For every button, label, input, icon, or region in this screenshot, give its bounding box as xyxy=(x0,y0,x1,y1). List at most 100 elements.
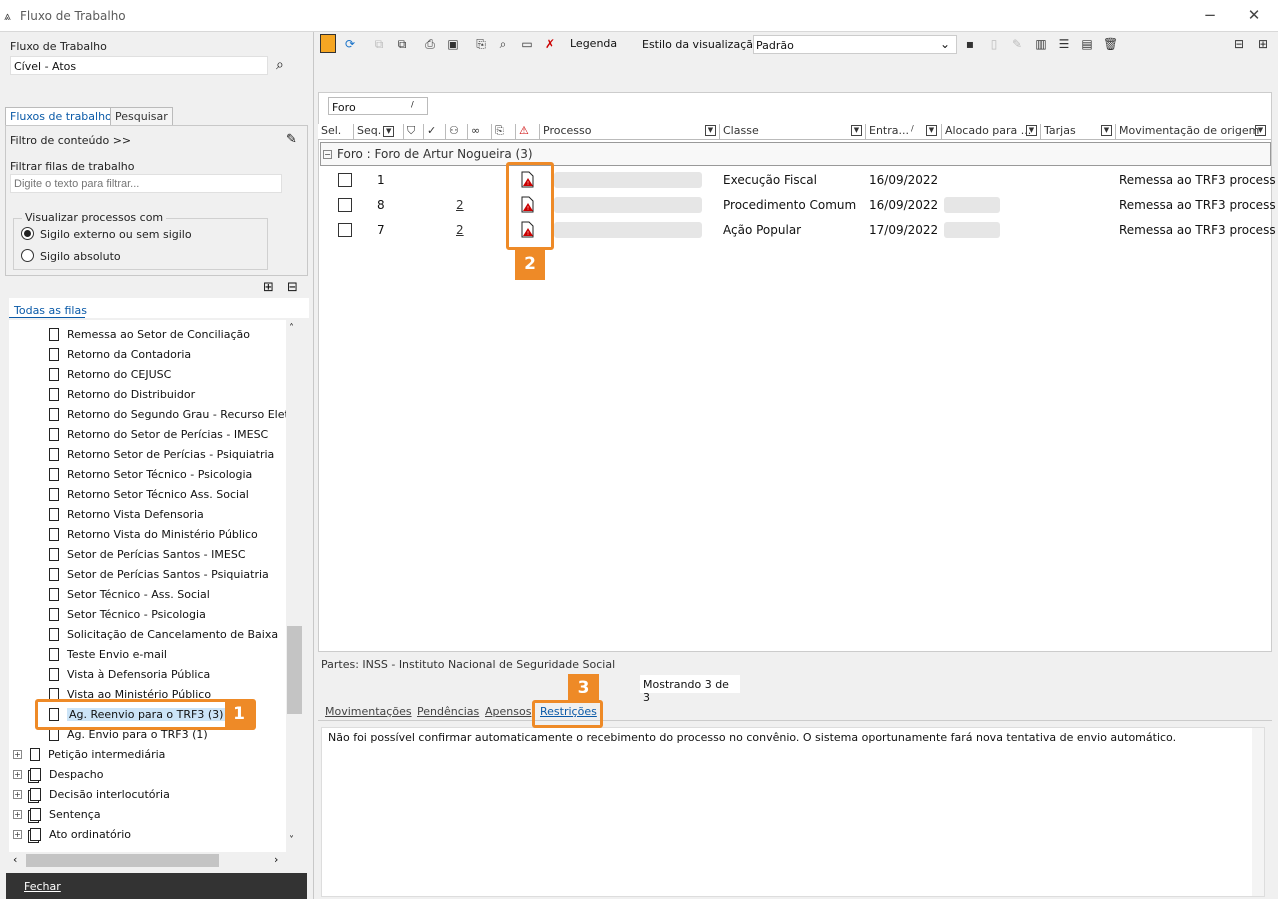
tab-pendencias[interactable]: Pendências xyxy=(417,705,479,718)
scroll-thumb[interactable] xyxy=(26,854,219,867)
filter-input[interactable] xyxy=(10,174,282,193)
search-document-icon[interactable]: ⌕ xyxy=(496,37,510,52)
tree-item[interactable]: Retorno Setor de Perícias - Psiquiatria xyxy=(49,444,274,464)
tree-item[interactable]: Setor Técnico - Psicologia xyxy=(49,604,206,624)
col-docs[interactable]: ⎘ xyxy=(492,124,516,139)
expand-icon[interactable]: + xyxy=(13,829,22,839)
tree-group[interactable]: + Decisão interlocutória xyxy=(13,784,170,804)
refresh-icon[interactable]: ⟳ xyxy=(343,37,357,52)
tree-item[interactable]: Retorno Setor Técnico - Psicologia xyxy=(49,464,252,484)
content-filter-link[interactable]: Filtro de conteúdo >> xyxy=(10,134,131,147)
tree-item[interactable]: Retorno Vista Defensoria xyxy=(49,504,204,524)
col-processo[interactable]: Processo ▼ xyxy=(540,124,720,139)
expand-all-icon[interactable]: ⊞ xyxy=(1256,37,1270,52)
minimize-button[interactable]: − xyxy=(1200,6,1220,24)
tree-vertical-scrollbar[interactable]: ˄ ˅ xyxy=(286,320,303,852)
col-alert[interactable]: ⚠ xyxy=(516,124,540,139)
expand-icon[interactable]: + xyxy=(13,809,22,819)
add-document-icon[interactable]: ⎘ xyxy=(474,37,488,52)
col-movimentacao[interactable]: Movimentação de origem ▼ xyxy=(1116,124,1270,139)
trash-icon[interactable]: 🗑 xyxy=(1103,37,1118,52)
tree-item[interactable]: Retorno do Distribuidor xyxy=(49,384,195,404)
workflow-field[interactable]: Cível - Atos xyxy=(10,56,268,75)
col-people[interactable]: ⚇ xyxy=(446,124,468,139)
tree-item[interactable]: Remessa ao Setor de Conciliação xyxy=(49,324,250,344)
tree-group[interactable]: + Ato ordinatório xyxy=(13,824,131,844)
collapse-all-icon[interactable]: ⊟ xyxy=(1232,37,1246,52)
col-link[interactable]: ∞ xyxy=(468,124,492,139)
expand-tree-icon[interactable]: ⊞ xyxy=(263,280,274,295)
row-checkbox[interactable] xyxy=(338,198,352,212)
row-checkbox[interactable] xyxy=(338,223,352,237)
tree-item[interactable]: Retorno do CEJUSC xyxy=(49,364,171,384)
col-bookmark[interactable]: ⛉ xyxy=(404,124,424,139)
tree-group[interactable]: + Sentença xyxy=(13,804,101,824)
expand-icon[interactable]: + xyxy=(13,749,22,759)
col-check[interactable]: ✓ xyxy=(424,124,446,139)
print-icon[interactable]: ⎙ xyxy=(423,37,437,52)
tab-pesquisar[interactable]: Pesquisar xyxy=(110,107,173,125)
tab-movimentacoes[interactable]: Movimentações xyxy=(325,705,412,718)
tree-item[interactable]: Retorno Setor Técnico Ass. Social xyxy=(49,484,249,504)
legend-button[interactable]: Legenda xyxy=(570,37,617,50)
table-row[interactable]: 1 ! Execução Fiscal 16/09/2022 Remessa a… xyxy=(322,168,1276,193)
brush-icon[interactable]: ✎ xyxy=(286,132,297,147)
dropdown-icon[interactable]: ▼ xyxy=(383,125,395,137)
attachments-link[interactable]: 2 xyxy=(456,223,464,237)
tree-group[interactable]: + Petição intermediária xyxy=(13,744,165,764)
list-icon[interactable]: ☰ xyxy=(1057,37,1071,52)
tree-item[interactable]: Vista à Defensoria Pública xyxy=(49,664,210,684)
dropdown-icon[interactable]: ▼ xyxy=(1026,125,1037,136)
dropdown-icon[interactable]: ▼ xyxy=(705,125,716,136)
collapse-group-icon[interactable]: − xyxy=(323,150,332,159)
col-classe[interactable]: Classe ▼ xyxy=(720,124,866,139)
scroll-left-icon[interactable]: ‹ xyxy=(13,853,17,866)
group-row[interactable]: − Foro : Foro de Artur Nogueira (3) xyxy=(320,142,1271,166)
layout-icon[interactable]: ▤ xyxy=(1080,37,1094,52)
tab-apensos[interactable]: Apensos xyxy=(485,705,531,718)
dropdown-icon[interactable]: ▼ xyxy=(1255,125,1266,136)
col-seq[interactable]: Seq. ▼ xyxy=(354,124,404,139)
tree-item[interactable]: Setor de Perícias Santos - IMESC xyxy=(49,544,246,564)
comment-icon[interactable]: ▭ xyxy=(520,37,534,52)
collapse-tree-icon[interactable]: ⊟ xyxy=(287,280,298,295)
close-panel-button[interactable]: Fechar xyxy=(6,873,307,899)
new-note-button[interactable] xyxy=(320,34,336,53)
tree-item[interactable]: Setor de Perícias Santos - Psiquiatria xyxy=(49,564,269,584)
scroll-right-icon[interactable]: › xyxy=(274,853,278,866)
table-row[interactable]: 7 2 ! Ação Popular 17/09/2022 Remessa ao… xyxy=(322,218,1276,243)
dropdown-icon[interactable]: ▼ xyxy=(1101,125,1112,136)
tab-fluxos[interactable]: Fluxos de trabalho xyxy=(5,107,117,125)
close-button[interactable]: ✕ xyxy=(1244,6,1264,24)
scroll-up-icon[interactable]: ˄ xyxy=(289,323,294,334)
col-tarjas[interactable]: Tarjas ▼ xyxy=(1041,124,1116,139)
tree-item[interactable]: Teste Envio e-mail xyxy=(49,644,167,664)
view-style-select[interactable]: Padrão ⌄ xyxy=(753,35,957,54)
save-icon[interactable]: ▪ xyxy=(963,37,977,52)
attachments-link[interactable]: 2 xyxy=(456,198,464,212)
row-checkbox[interactable] xyxy=(338,173,352,187)
remove-comment-icon[interactable]: ✗ xyxy=(543,37,557,52)
col-entrada[interactable]: Entra... / ▼ xyxy=(866,124,942,139)
scroll-thumb[interactable] xyxy=(287,626,302,714)
tree-group[interactable]: + Despacho xyxy=(13,764,103,784)
tree-item[interactable]: Retorno Vista do Ministério Público xyxy=(49,524,258,544)
tree-horizontal-scrollbar[interactable]: ‹ › xyxy=(9,852,286,869)
all-queues-label[interactable]: Todas as filas xyxy=(14,304,87,317)
tree-item[interactable]: Setor Técnico - Ass. Social xyxy=(49,584,210,604)
queue-tree[interactable]: Remessa ao Setor de Conciliação Retorno … xyxy=(9,320,286,852)
save-copy-icon[interactable]: ▣ xyxy=(446,37,460,52)
tree-item[interactable]: Solicitação de Cancelamento de Baixa xyxy=(49,624,278,644)
columns-icon[interactable]: ▥ xyxy=(1034,37,1048,52)
expand-icon[interactable]: + xyxy=(13,789,22,799)
group-by-chip[interactable]: Foro / xyxy=(328,97,428,115)
expand-icon[interactable]: + xyxy=(13,769,22,779)
copy-icon[interactable]: ⧉ xyxy=(395,37,409,52)
radio-sigilo-absoluto[interactable] xyxy=(21,249,34,262)
search-icon[interactable]: ⌕ xyxy=(276,57,284,73)
tree-item[interactable]: Retorno do Setor de Perícias - IMESC xyxy=(49,424,268,444)
table-row[interactable]: 8 2 ! Procedimento Comum 16/09/2022 Reme… xyxy=(322,193,1276,218)
col-alocado[interactable]: Alocado para ... ▼ xyxy=(942,124,1041,139)
col-sel[interactable]: Sel. xyxy=(318,124,354,139)
dropdown-icon[interactable]: ▼ xyxy=(926,125,937,136)
